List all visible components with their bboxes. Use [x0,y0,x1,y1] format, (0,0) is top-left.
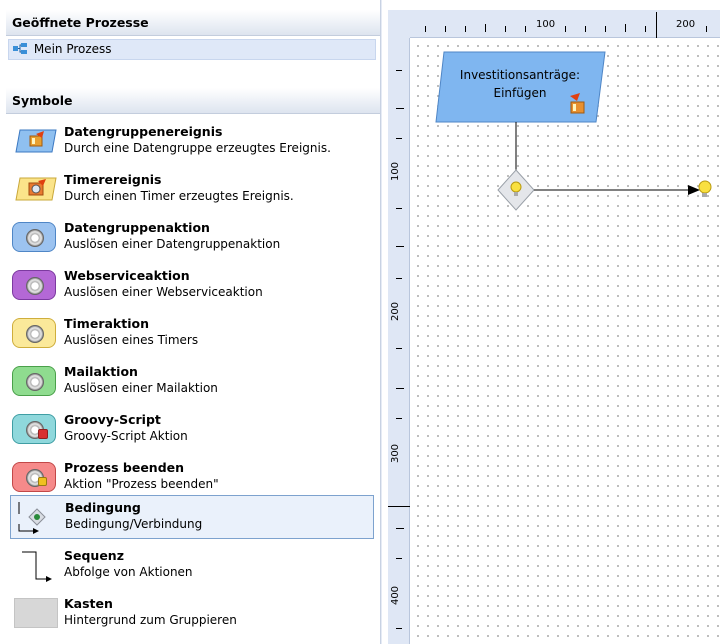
symbol-mailaktion[interactable]: Mailaktion Auslösen einer Mailaktion [10,360,374,404]
symbol-bedingung[interactable]: Bedingung Bedingung/Verbindung [10,495,374,539]
gear-icon [26,277,44,295]
process-canvas[interactable]: Investitionsanträge: Einfügen [410,38,720,644]
webservice-action-icon [12,270,56,300]
symbol-description: Auslösen eines Timers [64,333,199,347]
symbol-description: Auslösen einer Mailaktion [64,381,218,395]
process-item-mein-prozess[interactable]: Mein Prozess [8,39,376,60]
sequence-icon [22,551,52,582]
symbol-description: Bedingung/Verbindung [65,517,203,531]
open-processes-header: Geöffnete Prozesse [6,10,380,36]
datagroup-event-icon [570,101,585,114]
ruler-corner [388,10,410,38]
lightbulb-icon-base [514,192,518,196]
symbol-sequenz[interactable]: Sequenz Abfolge von Aktionen [10,544,374,588]
condition-icon [18,502,46,534]
ruler-label: 200 [676,19,696,30]
lightbulb-icon-base [702,193,707,197]
symbol-groovy-script[interactable]: Groovy-Script Groovy-Script Aktion [10,408,374,452]
gear-icon [26,373,44,391]
process-editor-window: Geöffnete Prozesse Mein Prozess Symbole … [0,0,720,644]
process-icon [13,43,27,54]
symbol-description: Durch einen Timer erzeugtes Ereignis. [64,189,294,203]
symbol-title: Timeraktion [64,316,149,331]
symbol-description: Auslösen einer Webserviceaktion [64,285,263,299]
ruler-label: 300 [390,443,402,464]
datagroup-action-icon [12,222,56,252]
symbol-title: Webserviceaktion [64,268,190,283]
symbol-description: Hintergrund zum Gruppieren [64,613,237,627]
symbol-description: Durch eine Datengruppe erzeugtes Ereigni… [64,141,331,155]
lightbulb-icon [510,181,522,193]
open-processes-header-label: Geöffnete Prozesse [12,15,149,30]
ruler-label: 100 [536,19,556,30]
symbol-title: Sequenz [64,548,124,563]
vertical-ruler: 100 200 300 400 [388,38,410,644]
groovy-script-icon [12,414,56,444]
symbol-title: Datengruppenaktion [64,220,210,235]
canvas-area: 100 200 100 200 300 400 Investitionsantr… [382,0,720,644]
timer-event-icon [15,177,57,201]
diagram [435,51,712,211]
box-icon [14,598,58,628]
event-node-label-line2: Einfügen [493,86,547,100]
symbol-title: Mailaktion [64,364,138,379]
symbol-description: Auslösen einer Datengruppenaktion [64,237,281,251]
symbol-description: Groovy-Script Aktion [64,429,188,443]
symbol-title: Prozess beenden [64,460,185,475]
symbol-description: Aktion "Prozess beenden" [64,477,219,491]
process-item-label: Mein Prozess [33,42,112,56]
symbol-description: Abfolge von Aktionen [64,565,193,579]
symbol-title: Groovy-Script [64,412,161,427]
gear-icon [26,229,44,247]
ruler-label: 100 [390,161,402,182]
ruler-label: 400 [390,585,402,606]
symbol-webserviceaktion[interactable]: Webserviceaktion Auslösen einer Webservi… [10,264,374,308]
mail-action-icon [12,366,56,396]
lock-badge-icon [38,477,47,486]
ruler-label: 200 [390,301,402,322]
datagroup-event-icon-window [573,104,576,111]
timer-action-icon [12,318,56,348]
symbol-title: Timerereignis [64,172,162,187]
symbols-header-label: Symbole [12,93,73,108]
symbol-datengruppenereignis[interactable]: Datengruppenereignis Durch eine Datengru… [10,120,374,164]
script-badge-icon [38,429,48,439]
symbol-title: Kasten [64,596,113,611]
symbol-title: Bedingung [65,500,141,515]
horizontal-ruler: 100 200 [410,10,720,38]
event-node-label-line1: Investitionsanträge: [459,68,581,82]
symbol-timerereignis[interactable]: Timerereignis Durch einen Timer erzeugte… [10,168,374,212]
gear-icon [26,325,44,343]
symbol-title: Datengruppenereignis [64,124,223,139]
symbol-timeraktion[interactable]: Timeraktion Auslösen eines Timers [10,312,374,356]
datagroup-event-icon [15,129,57,153]
symbols-header: Symbole [6,88,380,114]
end-process-icon [12,462,56,492]
lightbulb-icon [698,180,712,194]
symbol-prozess-beenden[interactable]: Prozess beenden Aktion "Prozess beenden" [10,456,374,500]
arrow-head-icon [688,185,700,195]
symbol-kasten[interactable]: Kasten Hintergrund zum Gruppieren [10,592,374,636]
symbol-datengruppenaktion[interactable]: Datengruppenaktion Auslösen einer Dateng… [10,216,374,260]
left-panel: Geöffnete Prozesse Mein Prozess Symbole … [0,0,380,644]
